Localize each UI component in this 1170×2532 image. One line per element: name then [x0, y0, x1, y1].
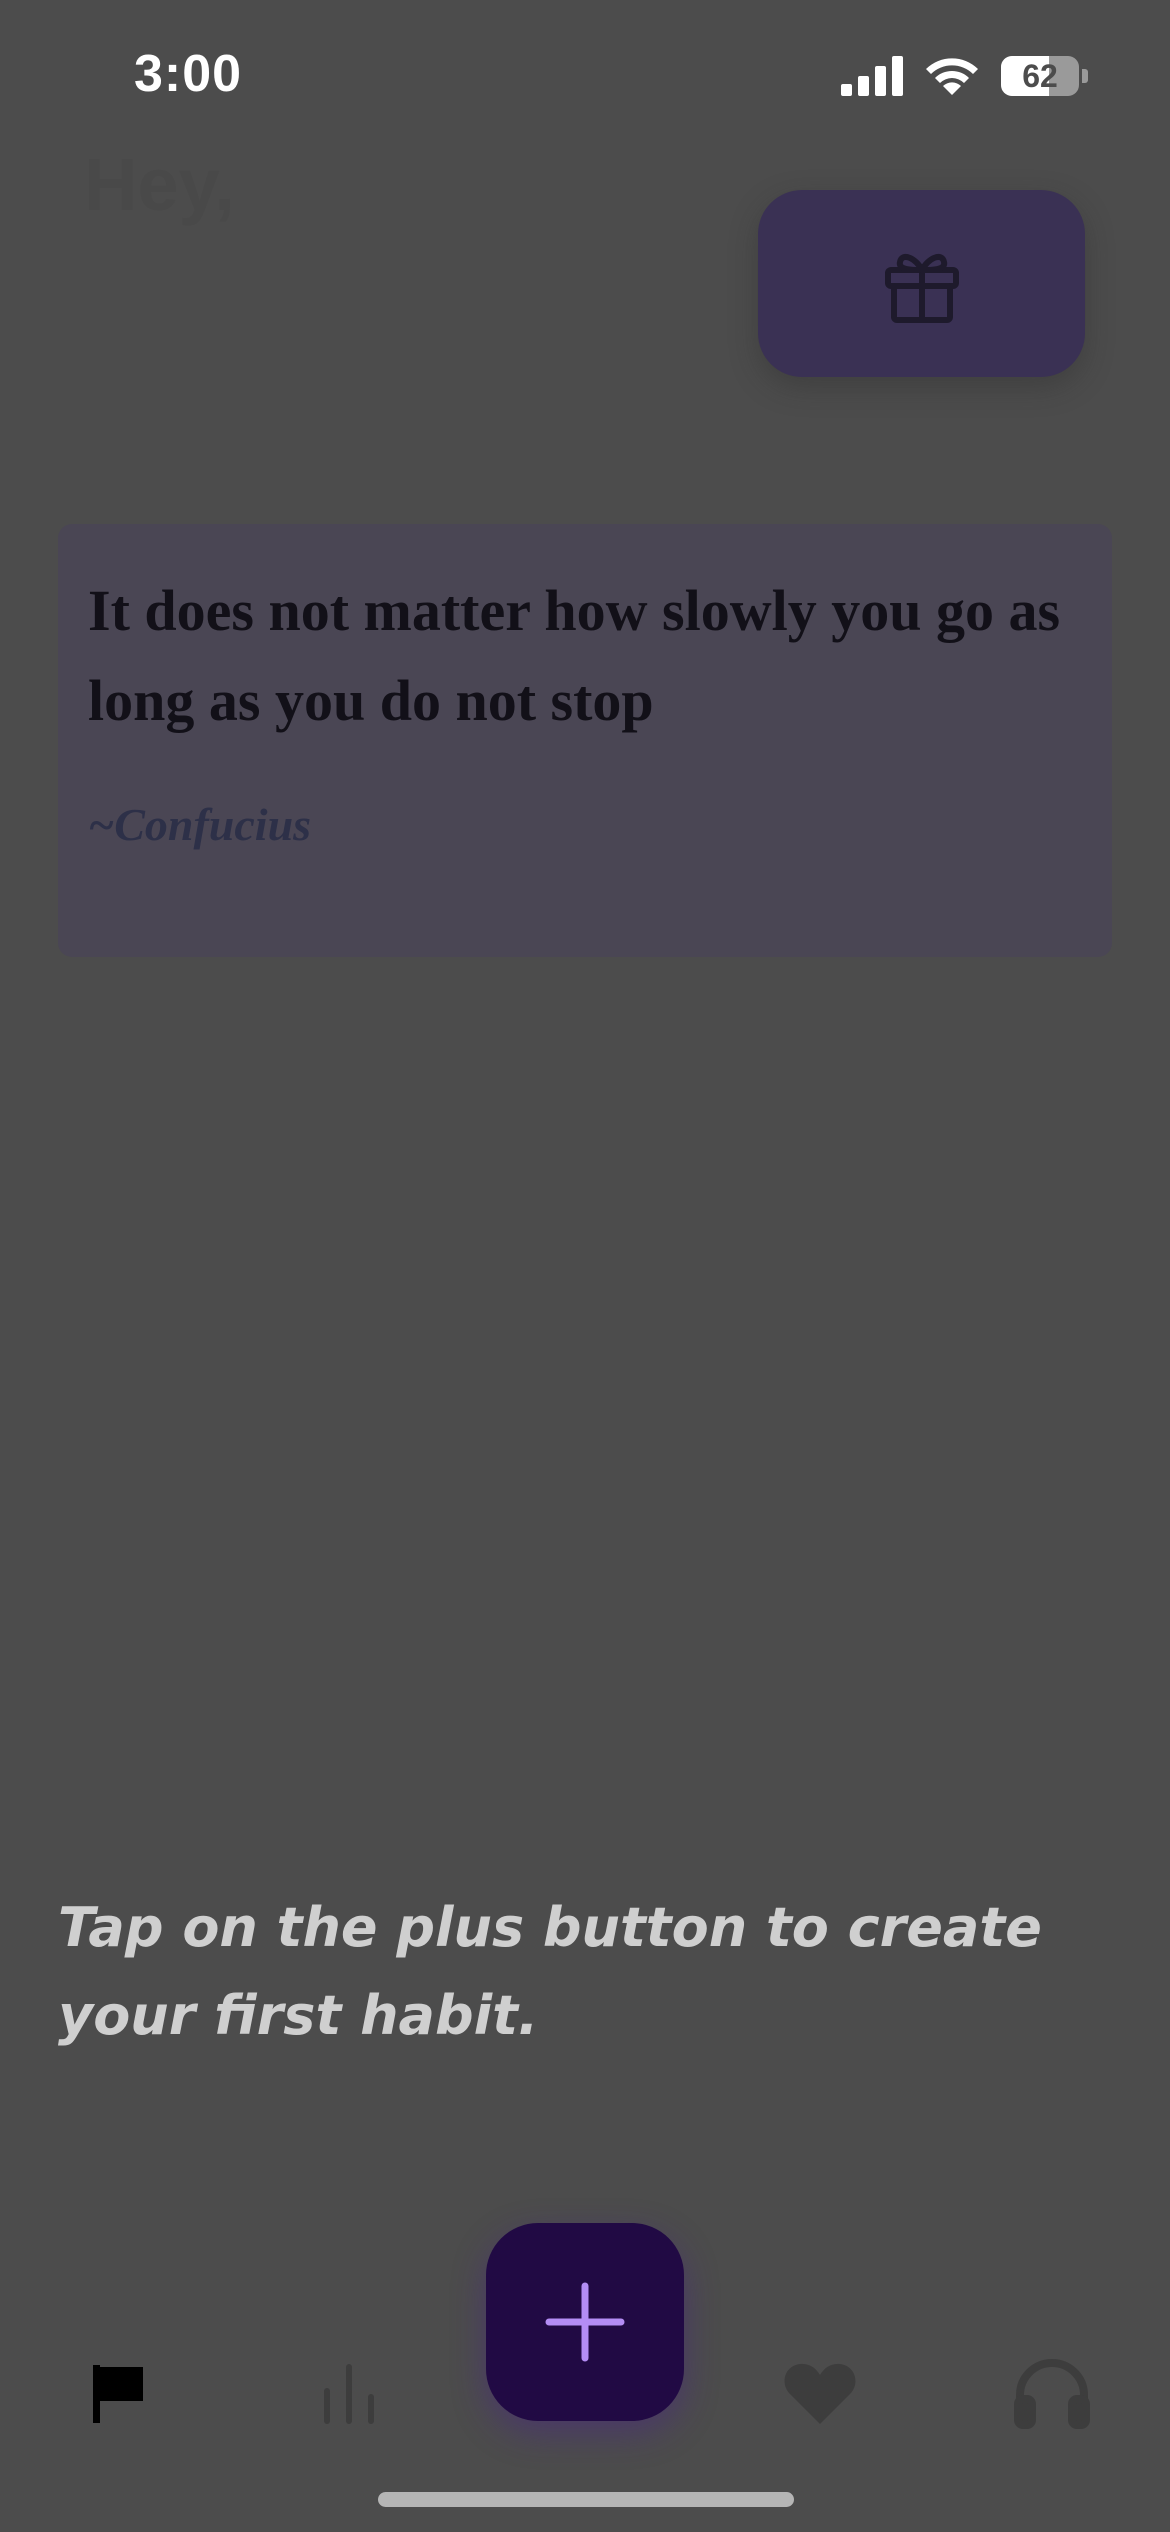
flag-icon	[93, 2365, 143, 2423]
nav-audio-button[interactable]	[1012, 2358, 1092, 2429]
signal-icon	[841, 56, 903, 96]
nav-stats-button[interactable]	[314, 2358, 384, 2428]
battery-cap	[1082, 69, 1088, 83]
heart-icon	[784, 2363, 856, 2424]
empty-state-hint: Tap on the plus button to create your fi…	[58, 1896, 1042, 2047]
gift-button[interactable]	[758, 190, 1085, 377]
battery-icon: 62	[1001, 56, 1079, 96]
add-habit-button[interactable]	[486, 2223, 684, 2421]
status-time: 3:00	[134, 45, 243, 103]
quote-card: It does not matter how slowly you go as …	[58, 524, 1112, 957]
stats-icon	[324, 2364, 374, 2424]
nav-habits-button[interactable]	[84, 2358, 154, 2428]
greeting-text: Hey,	[84, 143, 235, 226]
quote-author: ~Confucius	[88, 799, 312, 850]
nav-favorites-button[interactable]	[782, 2358, 858, 2428]
headphones-icon	[1014, 2359, 1090, 2429]
app-screen: 3:00 62 Hey, It does not matter how slow…	[0, 0, 1170, 2532]
battery-level: 62	[1022, 57, 1058, 94]
home-indicator[interactable]	[378, 2492, 794, 2507]
status-icons: 62	[841, 54, 1088, 98]
gift-icon	[884, 253, 959, 323]
quote-text: It does not matter how slowly you go as …	[88, 578, 1061, 733]
wifi-icon	[926, 58, 978, 95]
plus-icon	[545, 2282, 625, 2362]
